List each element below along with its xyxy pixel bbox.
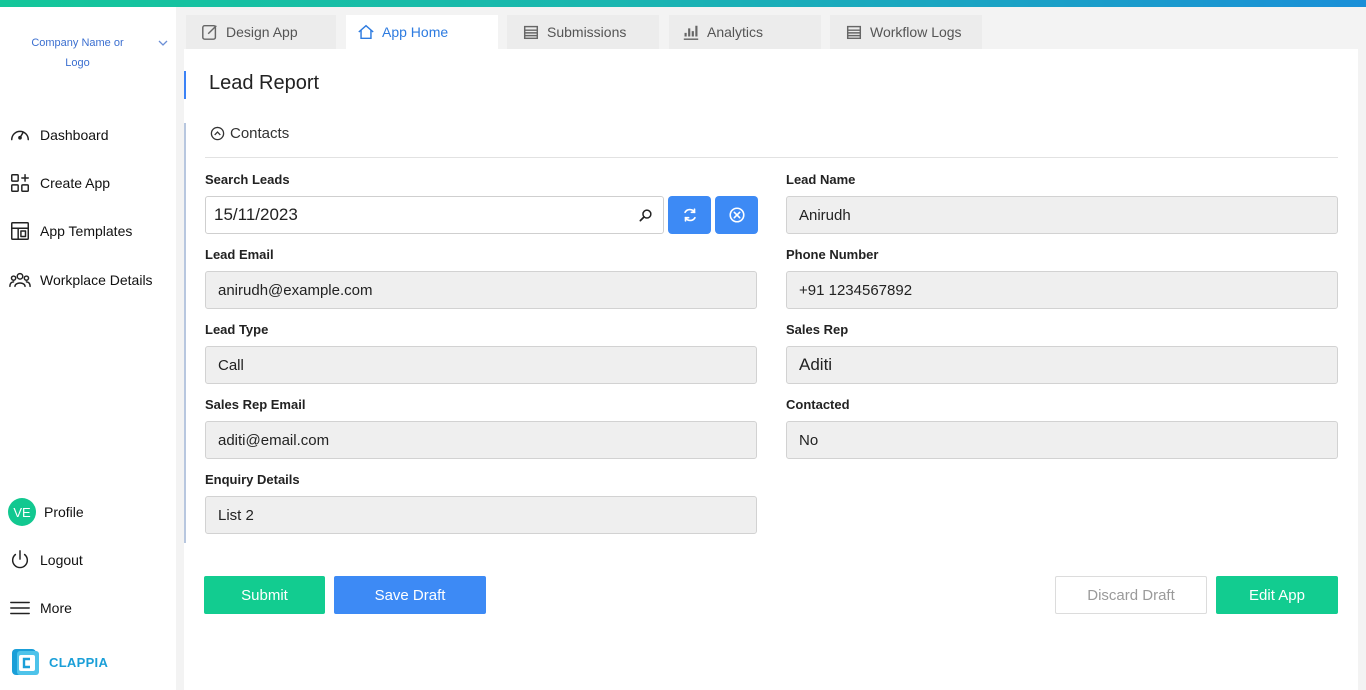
template-icon [8,219,32,243]
tab-workflow-logs[interactable]: Workflow Logs [830,15,982,49]
page-title: Lead Report [209,72,320,94]
sidebar-item-more[interactable]: More [8,593,72,623]
main-area: Design App App Home Submissions Analytic… [176,7,1366,690]
list-icon [521,22,541,42]
title-accent [184,71,186,99]
sidebar-item-label: Logout [40,552,83,568]
tab-label: Workflow Logs [870,24,962,40]
clear-button[interactable] [715,196,758,234]
sidebar: Company Name or Logo Dashboard Create Ap… [0,7,176,690]
section-toggle-contacts[interactable]: Contacts [210,125,289,142]
menu-icon [8,596,32,620]
contacted-label: Contacted [786,397,850,412]
tab-bar: Design App App Home Submissions Analytic… [176,7,1366,49]
contacted-field[interactable]: No [786,421,1338,459]
company-name[interactable]: Company Name or Logo [20,33,135,73]
clappia-logo-icon [12,649,39,675]
speedometer-icon [8,123,32,147]
sidebar-item-workplace-details[interactable]: Workplace Details [8,265,153,295]
save-draft-button[interactable]: Save Draft [334,576,486,614]
sidebar-item-label: Dashboard [40,127,109,143]
avatar: VE [8,498,36,526]
sales-rep-email-field[interactable]: aditi@email.com [205,421,757,459]
scrollbar[interactable] [1358,49,1366,690]
power-icon [8,548,32,572]
chevron-up-circle-icon [210,126,225,141]
users-icon [8,268,32,292]
lead-name-field[interactable]: Anirudh [786,196,1338,234]
lead-name-label: Lead Name [786,172,856,187]
chevron-down-icon[interactable] [157,37,169,49]
tab-analytics[interactable]: Analytics [669,15,821,49]
enquiry-details-field[interactable]: List 2 [205,496,757,534]
refresh-icon [683,208,696,222]
refresh-button[interactable] [668,196,711,234]
content-panel: Lead Report Contacts Search Leads 15/11/… [184,49,1366,690]
sales-rep-email-label: Sales Rep Email [205,397,306,412]
bar-chart-icon [681,22,701,42]
list-icon [844,22,864,42]
sidebar-item-create-app[interactable]: Create App [8,168,110,198]
lead-email-field[interactable]: anirudh@example.com [205,271,757,309]
tab-submissions[interactable]: Submissions [507,15,659,49]
lead-type-label: Lead Type [205,322,269,337]
sidebar-item-logout[interactable]: Logout [8,545,83,575]
edit-icon [200,22,220,42]
enquiry-details-label: Enquiry Details [205,472,300,487]
search-leads-label: Search Leads [205,172,290,187]
sidebar-item-profile[interactable]: VE Profile [8,497,84,527]
discard-draft-button[interactable]: Discard Draft [1055,576,1207,614]
close-circle-icon [728,207,745,223]
tab-design-app[interactable]: Design App [186,15,336,49]
sidebar-item-label: App Templates [40,223,133,239]
lead-type-field[interactable]: Call [205,346,757,384]
brand-name: CLAPPIA [49,654,109,670]
section-rule [184,123,186,543]
tab-label: App Home [382,24,449,40]
phone-number-field[interactable]: +91 1234567892 [786,271,1338,309]
home-icon [356,22,376,42]
sidebar-item-label: Workplace Details [40,272,153,288]
search-input[interactable]: 15/11/2023 [205,196,664,234]
top-accent-bar [0,0,1366,7]
tab-label: Design App [226,24,298,40]
submit-button[interactable]: Submit [204,576,325,614]
section-title: Contacts [230,125,290,142]
tab-label: Submissions [547,24,627,40]
tab-label: Analytics [707,24,764,40]
grid-plus-icon [8,171,32,195]
tab-app-home[interactable]: App Home [346,15,498,49]
edit-app-button[interactable]: Edit App [1216,576,1338,614]
divider [205,157,1338,158]
sidebar-item-label: More [40,600,72,616]
sales-rep-field[interactable]: Aditi [786,346,1338,384]
phone-number-label: Phone Number [786,247,879,262]
sidebar-item-label: Create App [40,175,111,191]
sales-rep-label: Sales Rep [786,322,849,337]
search-input-value: 15/11/2023 [214,205,298,224]
lead-email-label: Lead Email [205,247,274,262]
sidebar-item-app-templates[interactable]: App Templates [8,216,132,246]
sidebar-item-label: Profile [44,504,84,520]
brand: CLAPPIA [11,647,108,677]
search-icon[interactable] [638,208,653,223]
sidebar-item-dashboard[interactable]: Dashboard [8,120,109,150]
